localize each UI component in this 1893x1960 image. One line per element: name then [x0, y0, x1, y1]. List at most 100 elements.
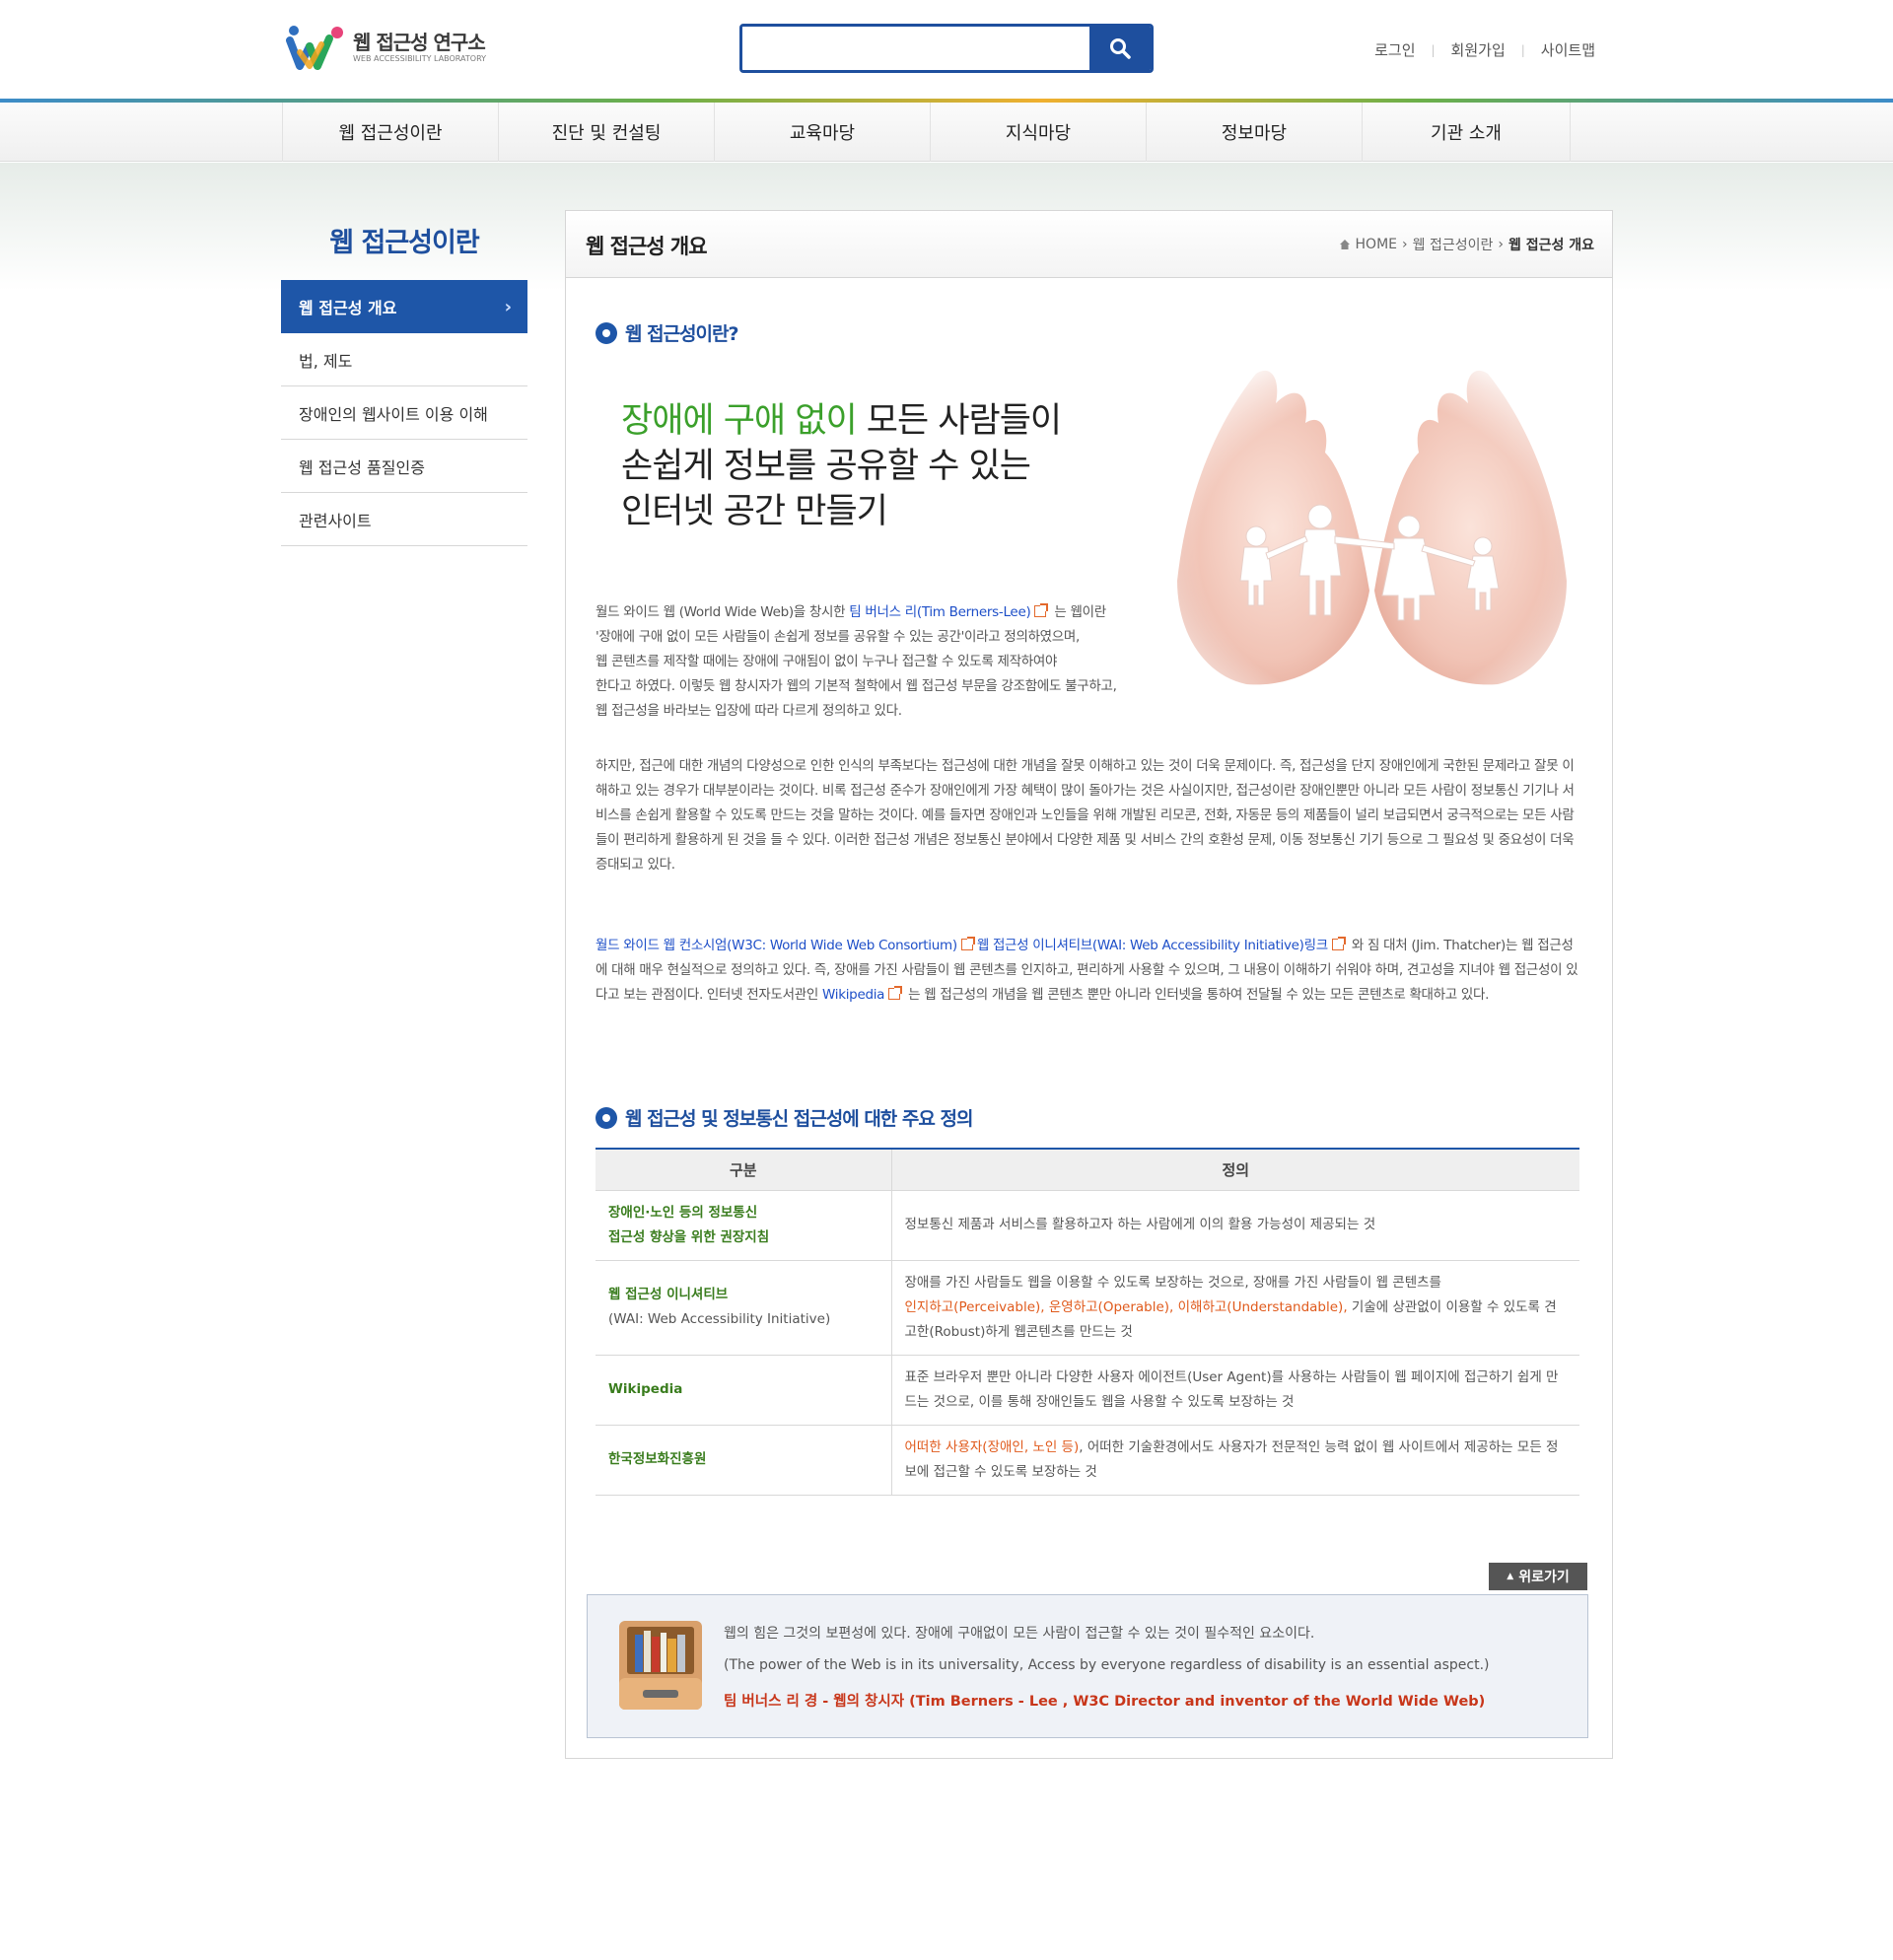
column-header: 구분	[596, 1149, 892, 1191]
tim-berners-lee-link[interactable]: 팀 버너스 리(Tim Berners-Lee)	[849, 604, 1030, 620]
definition-highlight: 인지하고(Perceivable), 운영하고(Operable), 이해하고(…	[904, 1298, 1348, 1315]
login-link[interactable]: 로그인	[1374, 39, 1415, 60]
lnb-title: 웹 접근성이란	[329, 228, 479, 258]
definition-cell: 어떠한 사용자(장애인, 노인 등), 어떠한 기술환경에서도 사용자가 전문적…	[891, 1425, 1579, 1496]
chevron-right-icon: ›	[1402, 237, 1408, 252]
left-navigation: 웹 접근성이란 웹 접근성 개요 › 법, 제도 장애인의 웹사이트 이용 이해…	[281, 207, 527, 546]
gnb-item-web-accessibility[interactable]: 웹 접근성이란	[283, 103, 499, 162]
term-cell: Wikipedia	[596, 1355, 892, 1426]
term-text: 웹 접근성 이니셔티브	[608, 1287, 729, 1302]
slogan-text: 모든 사람들이	[856, 401, 1062, 441]
term-text: 접근성 향상을 위한 권장지침	[608, 1228, 770, 1245]
quote-author: 팀 버너스 리 경 - 웹의 창시자 (Tim Berners - Lee , …	[724, 1694, 1486, 1710]
search-icon	[1110, 38, 1131, 59]
text: 월드 와이드 웹 (World Wide Web)을 창시한	[596, 604, 850, 620]
search-input[interactable]	[742, 27, 1089, 70]
external-link-icon	[960, 937, 975, 950]
paragraph-definitions: 월드 와이드 웹 컨소시엄(W3C: World Wide Web Consor…	[596, 934, 1581, 1008]
term-cell: 웹 접근성 이니셔티브 (WAI: Web Accessibility Init…	[596, 1260, 892, 1356]
definition-text: 장애를 가진 사람들도 웹을 이용할 수 있도록 보장하는 것으로, 장애를 가…	[904, 1274, 1441, 1291]
term-cell: 장애인·노인 등의 정보통신 접근성 향상을 위한 권장지침	[596, 1190, 892, 1261]
bullet-icon	[596, 321, 617, 344]
external-link-icon	[1034, 603, 1049, 617]
definition-cell: 정보통신 제품과 서비스를 활용하고자 하는 사람에게 이의 활용 가능성이 제…	[891, 1190, 1579, 1261]
external-link-icon	[1331, 937, 1346, 950]
slogan: 장애에 구애 없이 모든 사람들이 손쉽게 정보를 공유할 수 있는 인터넷 공…	[621, 398, 1062, 534]
content-header: 웹 접근성 개요 HOME › 웹 접근성이란 › 웹 접근성 개요	[566, 211, 1612, 278]
gnb-item-information[interactable]: 정보마당	[1147, 103, 1363, 162]
back-to-top-label: 위로가기	[1518, 1570, 1570, 1585]
term-text: 장애인·노인 등의 정보통신	[608, 1204, 758, 1221]
utility-links: 로그인 | 회원가입 | 사이트맵	[1374, 39, 1595, 60]
chevron-right-icon: ›	[504, 296, 512, 317]
logo-subtitle: WEB ACCESSIBILITY LABORATORY	[353, 54, 487, 63]
breadcrumb-item[interactable]: 웹 접근성이란	[1413, 235, 1494, 254]
slogan-line: 손쉽게 정보를 공유할 수 있는	[621, 447, 1031, 486]
header: 웹 접근성 연구소 WEB ACCESSIBILITY LABORATORY 로…	[0, 0, 1893, 101]
bookshelf-icon	[619, 1621, 702, 1710]
lnb-item-label: 웹 접근성 개요	[299, 299, 397, 317]
definition-highlight: 어떠한 사용자(장애인, 노인 등)	[904, 1438, 1080, 1455]
quote-english: (The power of the Web is in its universa…	[724, 1657, 1490, 1673]
text: 는 웹이란	[1050, 604, 1106, 620]
gnb-item-consulting[interactable]: 진단 및 컨설팅	[499, 103, 715, 162]
text-line: '장애에 구애 없이 모든 사람들이 손쉽게 정보를 공유할 수 있는 공간'이…	[596, 629, 1081, 645]
gnb-item-knowledge[interactable]: 지식마당	[931, 103, 1147, 162]
lnb-item-certification[interactable]: 웹 접근성 품질인증	[281, 440, 527, 493]
breadcrumb-home[interactable]: HOME	[1356, 237, 1397, 252]
w3c-link[interactable]: 월드 와이드 웹 컨소시엄(W3C: World Wide Web Consor…	[596, 938, 957, 953]
definition-cell: 표준 브라우저 뿐만 아니라 다양한 사용자 에이전트(User Agent)를…	[891, 1355, 1579, 1426]
divider: |	[1431, 42, 1436, 57]
text: 는 웹 접근성의 개념을 웹 콘텐츠 뿐만 아니라 인터넷을 통하여 전달될 수…	[904, 987, 1490, 1003]
text-line: 한다고 하였다. 이렇듯 웹 창시자가 웹의 기본적 철학에서 웹 접근성 부문…	[596, 678, 1117, 694]
term-subtext: (WAI: Web Accessibility Initiative)	[608, 1311, 831, 1327]
caret-up-icon: ▲	[1507, 1572, 1514, 1581]
text-line: 웹 콘텐츠를 제작할 때에는 장애에 구애됨이 없이 누구나 접근할 수 있도록…	[596, 654, 1058, 669]
gnb-item-education[interactable]: 교육마당	[715, 103, 931, 162]
content-area: 웹 접근성 개요 HOME › 웹 접근성이란 › 웹 접근성 개요 웹 접근성…	[565, 210, 1613, 1759]
quote-korean: 웹의 힘은 그것의 보편성에 있다. 장애에 구애없이 모든 사람이 접근할 수…	[724, 1626, 1315, 1642]
divider: |	[1520, 42, 1525, 57]
lnb-item-disabled-usage[interactable]: 장애인의 웹사이트 이용 이해	[281, 386, 527, 440]
breadcrumb: HOME › 웹 접근성이란 › 웹 접근성 개요	[1339, 235, 1594, 254]
signup-link[interactable]: 회원가입	[1451, 39, 1506, 60]
lnb-item-law[interactable]: 법, 제도	[281, 333, 527, 386]
section-title-what-is: 웹 접근성이란?	[596, 319, 739, 346]
back-to-top-button[interactable]: ▲ 위로가기	[1489, 1563, 1587, 1590]
search-box	[739, 24, 1154, 73]
slogan-highlight: 장애에 구애 없이	[621, 401, 858, 441]
wai-link[interactable]: 웹 접근성 이니셔티브(WAI: Web Accessibility Initi…	[977, 938, 1328, 953]
table-header-row: 구분 정의	[596, 1149, 1579, 1191]
definitions-table: 구분 정의 장애인·노인 등의 정보통신 접근성 향상을 위한 권장지침 정보통…	[596, 1148, 1579, 1496]
external-link-icon	[888, 986, 903, 1000]
table-row: Wikipedia 표준 브라우저 뿐만 아니라 다양한 사용자 에이전트(Us…	[596, 1355, 1579, 1426]
text-line: 웹 접근성을 바라보는 입장에 따라 다르게 정의하고 있다.	[596, 703, 902, 719]
page-title: 웹 접근성 개요	[586, 235, 708, 258]
global-navigation: 웹 접근성이란 진단 및 컨설팅 교육마당 지식마당 정보마당 기관 소개	[0, 103, 1893, 162]
gnb-item-about[interactable]: 기관 소개	[1363, 103, 1571, 162]
section-title-text: 웹 접근성 및 정보통신 접근성에 대한 주요 정의	[625, 1108, 973, 1130]
lnb-item-overview[interactable]: 웹 접근성 개요 ›	[281, 280, 527, 333]
site-logo[interactable]: 웹 접근성 연구소 WEB ACCESSIBILITY LABORATORY	[286, 22, 503, 73]
paragraph-intro: 월드 와이드 웹 (World Wide Web)을 창시한 팀 버너스 리(T…	[596, 600, 1286, 724]
table-row: 장애인·노인 등의 정보통신 접근성 향상을 위한 권장지침 정보통신 제품과 …	[596, 1190, 1579, 1261]
home-icon	[1339, 240, 1350, 249]
breadcrumb-current: 웹 접근성 개요	[1507, 238, 1594, 253]
paragraph-concept: 하지만, 접근에 대한 개념의 다양성으로 인한 인식의 부족보다는 접근성에 …	[596, 758, 1575, 873]
lnb-item-related-sites[interactable]: 관련사이트	[281, 493, 527, 546]
quote-box: 웹의 힘은 그것의 보편성에 있다. 장애에 구애없이 모든 사람이 접근할 수…	[587, 1594, 1588, 1738]
search-button[interactable]	[1089, 27, 1151, 70]
definition-cell: 장애를 가진 사람들도 웹을 이용할 수 있도록 보장하는 것으로, 장애를 가…	[891, 1260, 1579, 1356]
wikipedia-link[interactable]: Wikipedia	[822, 987, 884, 1003]
logo-mark-icon	[286, 26, 343, 70]
column-header: 정의	[891, 1149, 1579, 1191]
table-row: 웹 접근성 이니셔티브 (WAI: Web Accessibility Init…	[596, 1260, 1579, 1356]
table-row: 한국정보화진흥원 어떠한 사용자(장애인, 노인 등), 어떠한 기술환경에서도…	[596, 1425, 1579, 1496]
slogan-line: 인터넷 공간 만들기	[621, 492, 888, 531]
sitemap-link[interactable]: 사이트맵	[1541, 39, 1595, 60]
term-cell: 한국정보화진흥원	[596, 1425, 892, 1496]
chevron-right-icon: ›	[1498, 237, 1504, 252]
logo-title: 웹 접근성 연구소	[353, 31, 486, 54]
bullet-icon	[596, 1106, 617, 1129]
section-title-text: 웹 접근성이란?	[625, 323, 739, 345]
